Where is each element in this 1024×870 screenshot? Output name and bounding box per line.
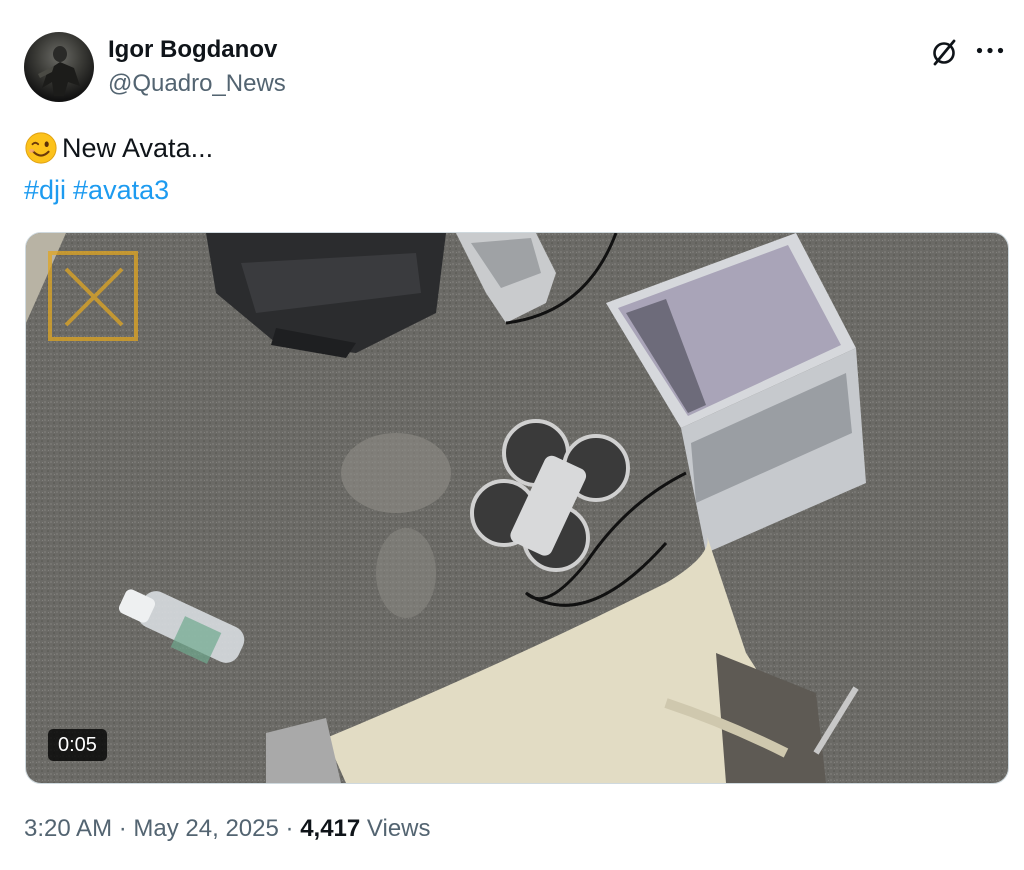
tweet-text: New Avata... #dji #avata3 (24, 130, 213, 208)
tweet-meta: 3:20 AM · May 24, 2025 · 4,417 Views (24, 815, 431, 843)
avatar[interactable] (24, 32, 94, 102)
meta-separator: · (285, 815, 294, 842)
meta-separator: · (118, 815, 127, 842)
hashtag-link[interactable]: #dji (24, 172, 66, 208)
winking-face-icon (25, 132, 57, 164)
video-thumbnail (26, 233, 1008, 783)
views-label: Views (366, 815, 431, 842)
author-display-name[interactable]: Igor Bogdanov (108, 36, 277, 64)
video-player[interactable]: 0:05 (25, 232, 1009, 784)
hashtag-link[interactable]: #avata3 (73, 172, 169, 208)
views-count[interactable]: 4,417 (300, 815, 360, 842)
video-duration-badge: 0:05 (48, 729, 107, 761)
tweet-date[interactable]: May 24, 2025 (133, 815, 278, 842)
tweet-time[interactable]: 3:20 AM (24, 815, 112, 842)
grok-icon[interactable] (929, 36, 961, 68)
tweet-body: New Avata... (62, 133, 214, 163)
more-options-icon[interactable] (974, 36, 1006, 64)
author-handle[interactable]: @Quadro_News (108, 70, 286, 98)
